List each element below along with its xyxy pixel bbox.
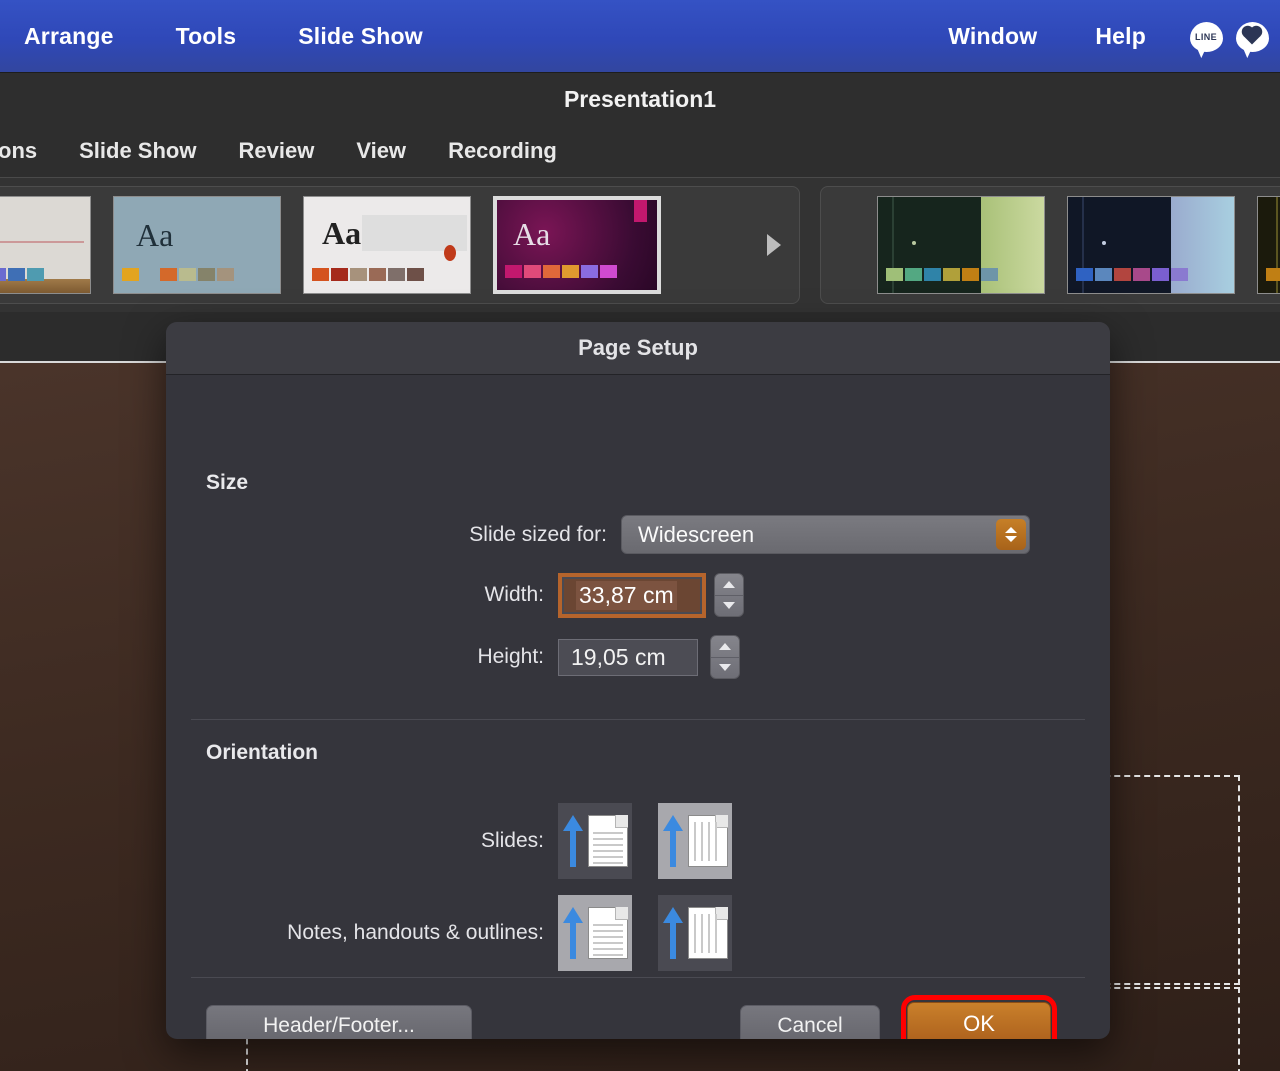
notes-orientation-row: Notes, handouts & outlines: [166,895,1060,971]
slides-orientation-label: Slides: [480,829,544,852]
tab-transitions[interactable]: ons [0,138,37,164]
slide-sized-for-row: Slide sized for: Widescreen [166,515,1060,554]
width-value: 33,87 cm [576,580,677,610]
height-row: Height: 19,05 cm [166,635,1060,679]
theme-thumbnail-midnight-blue[interactable] [1067,196,1235,294]
menu-item-tools[interactable]: Tools [160,23,253,50]
notes-portrait-button[interactable] [558,895,632,971]
theme-sample-text: Aa [322,215,362,251]
theme-swatch-row [1076,268,1188,281]
width-input[interactable]: 33,87 cm [558,572,706,618]
menu-bar: Arrange Tools Slide Show Window Help LIN… [0,0,1280,73]
tab-slide-show[interactable]: Slide Show [79,138,196,164]
page-setup-dialog: Page Setup Size Slide sized for: Widescr… [166,322,1110,1039]
height-stepper-up[interactable] [711,636,739,658]
menu-item-window[interactable]: Window [932,23,1053,50]
height-input[interactable]: 19,05 cm [558,638,698,676]
header-footer-button[interactable]: Header/Footer... [206,1005,472,1039]
width-stepper-down[interactable] [715,596,743,617]
landscape-page-icon [687,815,728,867]
slide-sized-for-label: Slide sized for: [469,522,607,546]
theme-thumbnail-olive-dark[interactable] [1257,196,1280,294]
dialog-body: Size Slide sized for: Widescreen Width: … [166,375,1110,1039]
ribbon-themes-gallery: Aa Aa Aa Aa [0,178,1280,480]
theme-swatch-row [886,268,998,281]
cancel-button[interactable]: Cancel [740,1005,880,1039]
arrow-up-icon [662,907,683,959]
size-section-heading: Size [206,471,249,494]
arrow-up-icon [562,907,583,959]
line-messenger-icon[interactable]: LINE [1188,19,1224,55]
section-divider [191,719,1085,720]
theme-swatch-row [505,265,617,278]
slides-portrait-button[interactable] [558,803,632,879]
theme-swatch-row [0,268,44,281]
tab-view[interactable]: View [356,138,406,164]
menu-item-arrange[interactable]: Arrange [8,23,130,50]
height-stepper-down[interactable] [711,658,739,679]
theme-swatch-row [1266,268,1280,281]
theme-thumbnail-forest-green[interactable] [877,196,1045,294]
themes-group-secondary [820,186,1280,304]
ok-button-highlight: OK [901,995,1057,1039]
arrow-up-icon [662,815,683,867]
slide-sized-for-value: Widescreen [638,521,755,547]
theme-swatch-row [312,268,424,281]
themes-group-primary: Aa Aa Aa Aa [0,186,800,304]
ribbon-tab-strip: ons Slide Show Review View Recording [0,125,1280,178]
dialog-title-bar: Page Setup [166,322,1110,375]
page-title: Presentation1 [563,85,717,112]
notes-landscape-button[interactable] [658,895,732,971]
height-stepper[interactable] [710,635,740,679]
width-label: Width: [484,583,544,606]
width-stepper[interactable] [714,573,744,617]
menu-item-help[interactable]: Help [1079,23,1162,50]
theme-thumbnail-plum-frame[interactable]: Aa [493,196,661,294]
slides-orientation-row: Slides: [166,803,1060,879]
heart-bubble-icon[interactable] [1234,19,1270,55]
height-label: Height: [477,645,544,668]
height-control: 19,05 cm [558,635,740,679]
dialog-footer: Header/Footer... Cancel OK [191,995,1085,1039]
ok-button[interactable]: OK [907,1002,1051,1039]
theme-thumbnail-slate-blue[interactable]: Aa [113,196,281,294]
menu-item-slide-show[interactable]: Slide Show [282,23,439,50]
dialog-title: Page Setup [578,335,698,360]
slide-sized-for-select[interactable]: Widescreen [621,515,1030,554]
orientation-section-heading: Orientation [206,741,319,764]
width-row: Width: 33,87 cm [166,572,1060,618]
theme-sample-text: Aa [513,216,551,252]
theme-sample-text: Aa [136,217,174,253]
app-screen: Arrange Tools Slide Show Window Help LIN… [0,0,1280,1071]
theme-thumbnail-wood-banded[interactable]: Aa [0,196,91,294]
menu-bar-right-group: Window Help LINE [932,0,1280,73]
width-stepper-up[interactable] [715,574,743,596]
portrait-page-icon [587,907,628,959]
footer-divider [191,977,1085,978]
notes-orientation-label: Notes, handouts & outlines: [287,921,544,944]
height-value: 19,05 cm [571,643,666,670]
window-title-bar: Presentation1 [0,73,1280,125]
landscape-page-icon [687,907,728,959]
slides-landscape-button[interactable] [658,803,732,879]
tab-recording[interactable]: Recording [448,138,557,164]
theme-swatch-row [122,268,234,281]
menu-bar-left-group: Arrange Tools Slide Show [8,23,469,50]
width-control: 33,87 cm [558,572,744,618]
theme-thumbnail-newsprint[interactable]: Aa [303,196,471,294]
tab-review[interactable]: Review [238,138,314,164]
portrait-page-icon [587,815,628,867]
play-right-icon[interactable] [767,234,781,256]
chevron-updown-icon[interactable] [996,519,1026,550]
line-icon-label: LINE [1194,31,1218,42]
arrow-up-icon [562,815,583,867]
